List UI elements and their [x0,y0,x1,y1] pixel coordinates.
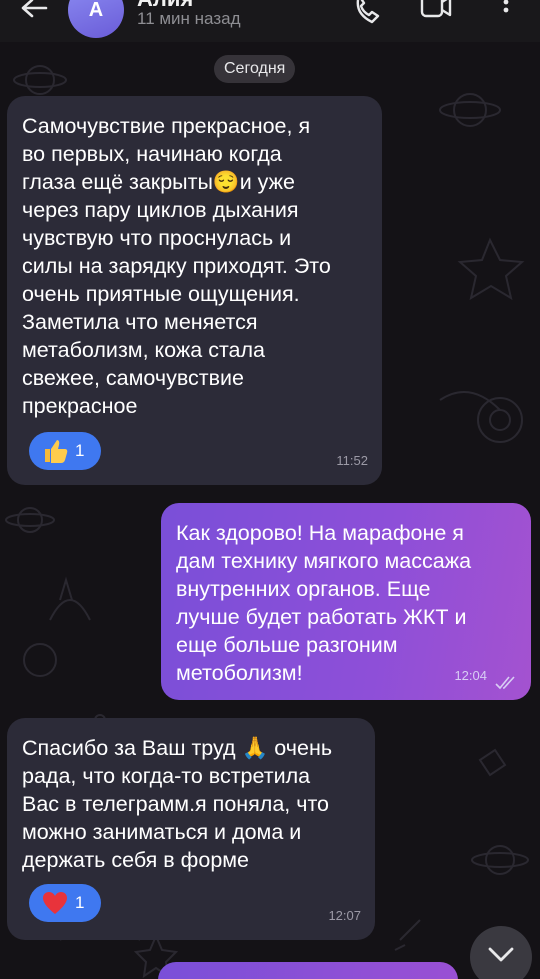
date-divider: Сегодня [214,55,296,83]
video-camera-icon[interactable] [418,0,454,26]
message-bubble-incoming[interactable]: Самочувствие прекрасное, я во первых, на… [7,96,382,485]
last-seen-status: 11 мин назад [137,9,241,28]
avatar[interactable]: А [68,0,124,38]
message-time: 12:07 [328,908,361,923]
scroll-to-bottom-button[interactable] [470,926,532,979]
heart-icon [43,892,67,914]
message-time: 12:04 [454,668,487,683]
message-time: 11:52 [336,453,368,468]
double-check-icon [495,676,515,690]
message-text: Как здорово! На марафоне я дам технику м… [176,521,472,685]
chevron-down-icon [488,947,514,962]
reaction-badge[interactable]: 1 [29,884,101,922]
phone-icon[interactable] [350,0,386,26]
back-arrow-icon[interactable] [18,0,50,26]
message-bubble-outgoing-partial[interactable] [158,962,458,979]
reaction-count: 1 [75,441,85,460]
chat-header: А Алия 11 мин назад [0,0,540,42]
more-vertical-icon[interactable] [496,0,516,26]
reaction-count: 1 [75,893,85,912]
thumbs-up-icon [45,440,68,463]
message-bubble-outgoing[interactable]: Как здорово! На марафоне я дам технику м… [161,503,531,700]
message-text: Самочувствие прекрасное, я во первых, на… [22,114,331,418]
message-text: Спасибо за Ваш труд 🙏 очень рада, что ко… [22,736,333,872]
reaction-badge[interactable]: 1 [29,432,101,470]
message-bubble-incoming[interactable]: Спасибо за Ваш труд 🙏 очень рада, что ко… [7,718,375,940]
